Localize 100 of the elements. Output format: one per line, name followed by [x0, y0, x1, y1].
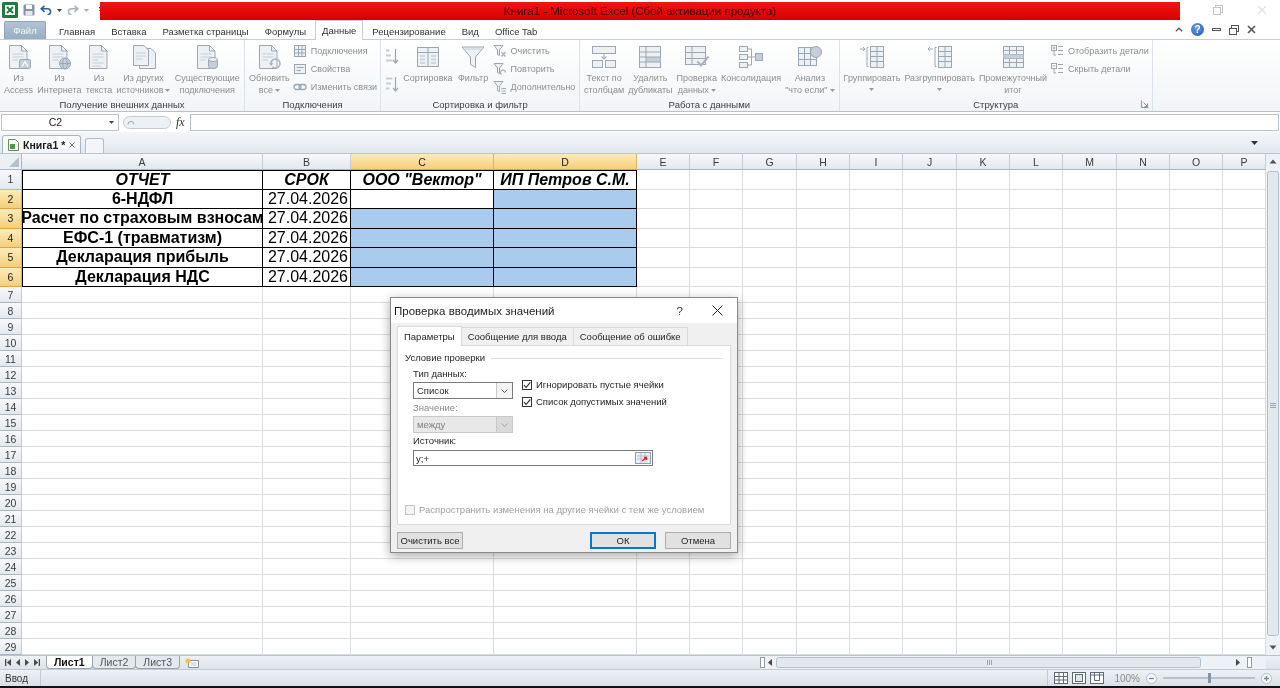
- row-header[interactable]: 17: [0, 447, 22, 463]
- row-header[interactable]: 10: [0, 335, 22, 351]
- plus-icon[interactable]: [1261, 672, 1272, 684]
- vertical-scrollbar[interactable]: [1266, 154, 1280, 655]
- row-header[interactable]: 6: [0, 267, 22, 287]
- help-button[interactable]: ?: [1191, 23, 1204, 36]
- dropdown-field[interactable]: Список: [413, 382, 513, 399]
- row-header[interactable]: 4: [0, 228, 22, 248]
- column-header[interactable]: B: [263, 154, 351, 170]
- dialog-launcher-icon[interactable]: [1140, 100, 1149, 108]
- new-tab-button[interactable]: [85, 138, 105, 153]
- dialog-button[interactable]: Отмена: [665, 532, 731, 549]
- row-header[interactable]: 19: [0, 479, 22, 495]
- row-header[interactable]: 22: [0, 527, 22, 543]
- select-all-icon[interactable]: [0, 154, 22, 170]
- dialog-button[interactable]: ОК: [590, 532, 656, 549]
- horizontal-scrollbar[interactable]: [760, 656, 1266, 669]
- grid-view-icon[interactable]: [1054, 672, 1069, 684]
- checkbox[interactable]: [522, 379, 532, 390]
- row-header[interactable]: 12: [0, 367, 22, 383]
- row-header[interactable]: 21: [0, 511, 22, 527]
- save-icon[interactable]: [23, 4, 35, 16]
- row-header[interactable]: 3: [0, 209, 22, 229]
- column-header[interactable]: C: [351, 154, 494, 170]
- redo-icon[interactable]: [67, 5, 79, 15]
- ribbon-tab[interactable]: Рецензирование: [365, 21, 453, 40]
- dialog-button[interactable]: Очистить все: [397, 532, 463, 549]
- sheet-tab[interactable]: Лист1: [46, 656, 93, 669]
- ribbon-tab[interactable]: Формулы: [257, 21, 313, 40]
- column-header[interactable]: J: [903, 154, 957, 170]
- row-header[interactable]: 16: [0, 431, 22, 447]
- row-header[interactable]: 8: [0, 303, 22, 319]
- row-header[interactable]: 29: [0, 639, 22, 655]
- row-header[interactable]: 11: [0, 351, 22, 367]
- column-header[interactable]: G: [743, 154, 797, 170]
- checkbox[interactable]: [522, 396, 532, 407]
- ribbon-tab[interactable]: Главная: [52, 21, 103, 40]
- skip-right-icon[interactable]: [34, 659, 40, 666]
- column-header[interactable]: M: [1063, 154, 1117, 170]
- row-header[interactable]: 27: [0, 607, 22, 623]
- skip-left-icon[interactable]: [5, 659, 11, 666]
- minimize-icon[interactable]: [1212, 28, 1221, 31]
- column-header[interactable]: I: [850, 154, 903, 170]
- row-header[interactable]: 1: [0, 170, 22, 190]
- row-header[interactable]: 14: [0, 399, 22, 415]
- formula-input[interactable]: [189, 113, 1279, 131]
- row-header[interactable]: 9: [0, 319, 22, 335]
- page-view-icon[interactable]: [1072, 672, 1087, 684]
- sheet-tab[interactable]: Лист3: [135, 656, 180, 669]
- dialog-tab[interactable]: Параметры: [397, 326, 462, 346]
- column-header[interactable]: O: [1170, 154, 1223, 170]
- row-header[interactable]: 23: [0, 543, 22, 559]
- row-header[interactable]: 2: [0, 189, 22, 209]
- document-tab[interactable]: Книга1 *: [2, 135, 82, 153]
- row-header[interactable]: 28: [0, 623, 22, 639]
- caret-icon[interactable]: [57, 8, 62, 12]
- minus-icon[interactable]: [1146, 672, 1157, 684]
- triangle-right-icon[interactable]: [25, 659, 29, 666]
- column-header[interactable]: L: [1010, 154, 1063, 170]
- caret-up-icon[interactable]: [1175, 27, 1183, 32]
- close-icon[interactable]: [1247, 25, 1256, 34]
- dialog-tab[interactable]: Сообщение об ошибке: [572, 327, 688, 345]
- ribbon-tab[interactable]: Разметка страницы: [155, 21, 256, 40]
- column-header[interactable]: E: [637, 154, 690, 170]
- sheet-tab[interactable]: Лист2: [91, 656, 137, 669]
- caret-icon[interactable]: [1251, 140, 1258, 145]
- column-header[interactable]: D: [494, 154, 637, 170]
- help-button[interactable]: ?: [676, 304, 683, 317]
- close-icon[interactable]: [712, 305, 723, 316]
- ribbon-tab[interactable]: Office Tab: [487, 21, 545, 40]
- insert-function-button[interactable]: fx: [173, 114, 188, 130]
- page-break-view-icon[interactable]: [1090, 672, 1105, 684]
- spreadsheet-logo-icon[interactable]: [2, 2, 18, 18]
- row-header[interactable]: 13: [0, 383, 22, 399]
- row-header[interactable]: 25: [0, 575, 22, 591]
- slider-thumb[interactable]: [1207, 673, 1211, 683]
- column-header[interactable]: P: [1223, 154, 1266, 170]
- grip-handle-icon[interactable]: [123, 115, 171, 129]
- row-header[interactable]: 15: [0, 415, 22, 431]
- ribbon-tab[interactable]: Данные: [315, 20, 364, 40]
- input-field[interactable]: у;+: [413, 450, 653, 466]
- row-header[interactable]: 5: [0, 248, 22, 268]
- new-sheet-icon[interactable]: [184, 658, 199, 668]
- row-header[interactable]: 24: [0, 559, 22, 575]
- restore-icon[interactable]: [1229, 24, 1239, 35]
- column-header[interactable]: F: [690, 154, 743, 170]
- column-header[interactable]: N: [1117, 154, 1170, 170]
- ribbon-tab[interactable]: Вставка: [104, 21, 154, 40]
- caret-icon[interactable]: [501, 388, 508, 393]
- triangle-left-icon[interactable]: [16, 659, 20, 666]
- row-header[interactable]: 26: [0, 591, 22, 607]
- column-header[interactable]: K: [957, 154, 1010, 170]
- ribbon-tab[interactable]: Вид: [454, 21, 486, 40]
- column-header[interactable]: H: [797, 154, 850, 170]
- undo-icon[interactable]: [40, 5, 52, 15]
- row-header[interactable]: 18: [0, 463, 22, 479]
- caret-icon[interactable]: [109, 120, 114, 124]
- name-box[interactable]: C2: [1, 113, 119, 131]
- column-header[interactable]: A: [22, 154, 263, 170]
- dialog-tab[interactable]: Сообщение для ввода: [460, 327, 574, 345]
